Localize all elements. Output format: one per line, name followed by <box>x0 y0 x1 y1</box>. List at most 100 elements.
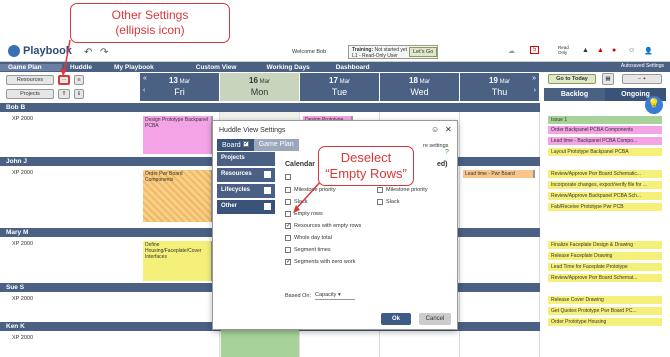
day-date: 16 <box>249 76 258 85</box>
side-other[interactable]: Other <box>217 200 275 214</box>
option-row[interactable]: Slack <box>285 199 307 205</box>
alert-circle-icon[interactable]: ● <box>612 47 616 54</box>
option-row[interactable]: Milestone priority <box>285 187 336 193</box>
option-label: Slack <box>294 199 308 205</box>
menu-custom-view[interactable]: Custom View <box>188 64 245 71</box>
resources-button[interactable]: Resources <box>6 75 54 85</box>
task-card[interactable] <box>221 328 299 357</box>
app-logo[interactable]: Playbook <box>8 45 72 57</box>
ok-button[interactable]: Ok <box>381 313 411 325</box>
backlog-item[interactable]: Get Quotes Prototype Pwr Board PC... <box>548 307 662 315</box>
option-label: Segment times <box>294 247 331 253</box>
prev-day-icon[interactable]: ‹ <box>143 87 145 94</box>
prev-week-icon[interactable]: « <box>143 75 147 82</box>
tab-backlog[interactable]: Backlog <box>544 88 605 101</box>
cancel-button[interactable]: Cancel <box>419 313 451 325</box>
checkbox[interactable] <box>377 199 383 205</box>
tab-game-plan[interactable]: Game Plan <box>253 139 299 151</box>
backlog-item[interactable]: Issue 1 <box>548 116 662 124</box>
calendar-icon[interactable]: ▦ <box>602 73 614 85</box>
backlog-item[interactable]: Layout Prototype Backpanel PCBA <box>548 148 662 156</box>
checkbox[interactable] <box>285 222 291 229</box>
option-empty-rows[interactable]: Empty rows <box>285 211 323 217</box>
side-projects[interactable]: Projects <box>217 152 275 166</box>
day-date: 18 <box>409 76 418 85</box>
help-circle-icon[interactable]: ? <box>445 149 449 156</box>
lets-go-button[interactable]: Let's Go <box>409 47 438 57</box>
checkbox-icon[interactable] <box>264 187 271 194</box>
backlog-item[interactable]: Order Backpanel PCBA Components <box>548 126 662 134</box>
task-card[interactable]: Design Prototype Backpanel PCBA <box>143 116 213 154</box>
notification-badge[interactable]: 5 <box>530 46 540 54</box>
option-row[interactable]: Resources with empty rows <box>285 222 361 229</box>
backlog-item[interactable]: Review/Approve Pwr Board Schematic... <box>548 170 662 178</box>
backlog-item[interactable]: Release Cover Drawing <box>548 296 662 304</box>
day-col-0[interactable]: « 13 Mar Fri ‹ <box>140 73 220 101</box>
option-row[interactable]: Slack <box>377 199 399 205</box>
day-col-4[interactable]: » 19 Mar Thu › <box>460 73 540 101</box>
side-lifecycles[interactable]: Lifecycles <box>217 184 275 198</box>
option-row[interactable]: Segments with zero work <box>285 258 355 265</box>
checkbox[interactable] <box>285 247 291 253</box>
backlog-item[interactable]: Lead Time for Faceplate Prototype <box>548 263 662 271</box>
expand-down-icon[interactable]: ⇓ <box>74 89 84 99</box>
backlog-item[interactable]: Finalize Faceplate Design & Drawing <box>548 241 662 249</box>
backlog-item[interactable]: Incorporate changes, export/verify file … <box>548 181 662 189</box>
select-all-checkbox[interactable] <box>285 174 291 180</box>
projects-button[interactable]: Projects <box>6 89 54 99</box>
checkbox[interactable] <box>285 211 291 217</box>
help-icon[interactable]: 💡 <box>645 96 663 114</box>
task-card[interactable]: Define Housing/Faceplate/Cover Interface… <box>143 241 213 281</box>
resource-row-header[interactable]: Bob B <box>0 103 540 112</box>
undo-icon[interactable]: ↶ <box>84 47 92 58</box>
menu-working-days[interactable]: Working Days <box>258 64 317 71</box>
redo-icon[interactable]: ↷ <box>100 47 108 58</box>
backlog-item[interactable]: Fab/Receive Prototype Pwr PCB <box>548 203 662 211</box>
user-icon[interactable]: 👤 <box>644 47 653 55</box>
backlog-item[interactable]: Lead time - Backpanel PCBA Compo... <box>548 137 662 145</box>
menu-my-playbook[interactable]: My Playbook <box>106 64 162 71</box>
option-row[interactable]: Whole day total <box>285 235 332 241</box>
smiley-icon[interactable]: ☺ <box>628 47 635 54</box>
option-label: Milestone priority <box>294 187 336 193</box>
next-week-icon[interactable]: » <box>532 75 536 82</box>
checkbox[interactable] <box>285 258 291 265</box>
day-header: « 13 Mar Fri ‹ 16 Mar Mon 17 Mar Tue 18 Mar We… <box>140 73 540 101</box>
option-row[interactable]: Segment times <box>285 247 331 253</box>
side-label: Other <box>221 203 238 209</box>
based-on-select[interactable]: Capacity ▾ <box>315 292 355 300</box>
close-icon[interactable]: ✕ <box>445 125 452 134</box>
backlog-item[interactable]: Release Faceplate Drawing <box>548 252 662 260</box>
checkbox[interactable] <box>377 187 383 193</box>
checkbox[interactable] <box>285 187 291 193</box>
tab-board[interactable]: Board <box>217 139 254 151</box>
next-day-icon[interactable]: › <box>534 87 536 94</box>
task-card[interactable]: Lead time - Pwr Board <box>463 170 535 178</box>
side-resources[interactable]: Resources <box>217 168 275 182</box>
app-name: Playbook <box>23 45 72 57</box>
checkbox[interactable] <box>285 235 291 241</box>
backlog-item[interactable]: Review/Approve Backpanel PCBA Sch... <box>548 192 662 200</box>
task-card[interactable]: Order Pwr Board Components <box>143 170 213 222</box>
checkbox-icon[interactable] <box>264 203 271 210</box>
option-row[interactable]: Milestone priority <box>377 187 428 193</box>
zoom-stepper[interactable]: − + <box>622 74 662 84</box>
goto-today-button[interactable]: Go to Today <box>548 74 596 84</box>
day-col-3[interactable]: 18 Mar Wed <box>380 73 460 101</box>
menu-dashboard[interactable]: Dashboard <box>328 64 378 71</box>
ellipsis-button[interactable]: ··· <box>58 75 70 85</box>
warning-icon[interactable]: ▲ <box>597 47 604 54</box>
backlog-item[interactable]: Review/Approve Pwr Board Schemat... <box>548 274 662 282</box>
expand-up-icon[interactable]: ⇑ <box>58 89 70 99</box>
lock-icon[interactable]: ▲ <box>582 47 589 54</box>
checkbox-icon[interactable] <box>264 171 271 178</box>
day-col-2[interactable]: 17 Mar Tue <box>300 73 380 101</box>
cloud-icon[interactable]: ☁ <box>508 47 515 55</box>
checkbox[interactable] <box>285 199 291 205</box>
smiley-icon[interactable]: ☺ <box>431 125 439 134</box>
backlog-item[interactable]: Order Prototype Housing <box>548 318 662 326</box>
menu-huddle[interactable]: Huddle <box>62 64 100 71</box>
day-col-1[interactable]: 16 Mar Mon <box>220 73 300 101</box>
list-view-icon[interactable]: ≡ <box>74 75 84 85</box>
menu-game-plan[interactable]: Game Plan <box>0 63 62 71</box>
